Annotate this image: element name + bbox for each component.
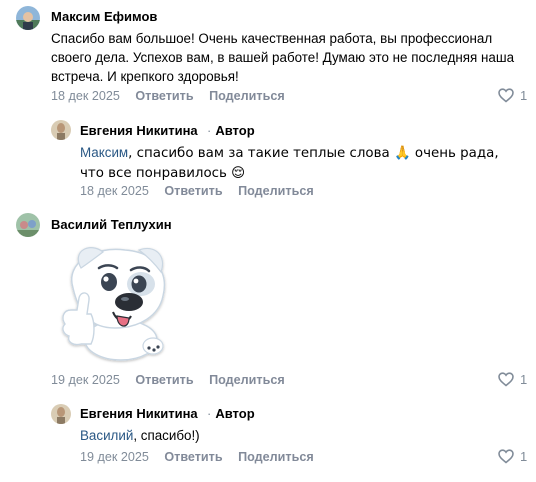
avatar[interactable] xyxy=(16,6,40,30)
reply-button[interactable]: Ответить xyxy=(135,373,193,387)
reply-meta: 19 дек 2025 Ответить Поделиться xyxy=(80,449,326,465)
reply-body: , спасибо вам за такие теплые слова 🙏 оч… xyxy=(80,146,499,181)
like-count: 1 xyxy=(520,449,528,464)
reply-author[interactable]: Евгения Никитина xyxy=(80,406,198,422)
like-button[interactable]: 1 xyxy=(498,88,527,104)
reply-date[interactable]: 19 дек 2025 xyxy=(80,450,149,464)
share-button[interactable]: Поделиться xyxy=(209,89,285,103)
comment-meta: 19 дек 2025 Ответить Поделиться xyxy=(51,372,297,388)
share-button[interactable]: Поделиться xyxy=(209,373,285,387)
comment-author[interactable]: Максим Ефимов xyxy=(51,9,157,25)
comment-author[interactable]: Василий Теплухин xyxy=(51,217,172,233)
avatar[interactable] xyxy=(16,213,40,237)
mention-link[interactable]: Максим xyxy=(80,145,128,160)
heart-icon xyxy=(498,449,514,464)
reply-text: Максим, спасибо вам за такие теплые слов… xyxy=(80,143,510,183)
reply-body: , спасибо!) xyxy=(133,428,200,443)
like-count: 1 xyxy=(520,88,528,103)
dog-thumbs-up-sticker xyxy=(51,238,179,366)
comment-date[interactable]: 18 дек 2025 xyxy=(51,89,120,103)
author-badge: · Автор xyxy=(207,123,255,138)
reply-button[interactable]: Ответить xyxy=(135,89,193,103)
heart-icon xyxy=(498,88,514,103)
share-button[interactable]: Поделиться xyxy=(238,184,314,198)
reply-button[interactable]: Ответить xyxy=(164,450,222,464)
like-count: 1 xyxy=(520,372,528,387)
mention-link[interactable]: Василий xyxy=(80,428,133,443)
author-badge-label: Автор xyxy=(215,406,255,421)
author-badge-label: Автор xyxy=(215,123,255,138)
reply-text: Василий, спасибо!) xyxy=(80,426,510,445)
reply-author[interactable]: Евгения Никитина xyxy=(80,123,198,139)
author-badge: · Автор xyxy=(207,406,255,421)
comment-body: Спасибо вам большое! Очень качественная … xyxy=(51,31,515,84)
heart-icon xyxy=(498,372,514,387)
share-button[interactable]: Поделиться xyxy=(238,450,314,464)
like-button[interactable]: 1 xyxy=(498,449,527,465)
comment-text: Спасибо вам большое! Очень качественная … xyxy=(51,29,521,86)
like-button[interactable]: 1 xyxy=(498,372,527,388)
comment-date[interactable]: 19 дек 2025 xyxy=(51,373,120,387)
avatar[interactable] xyxy=(51,120,71,140)
comment-meta: 18 дек 2025 Ответить Поделиться xyxy=(51,88,297,104)
reply-meta: 18 дек 2025 Ответить Поделиться xyxy=(80,183,326,199)
reply-date[interactable]: 18 дек 2025 xyxy=(80,184,149,198)
avatar[interactable] xyxy=(51,404,71,424)
reply-button[interactable]: Ответить xyxy=(164,184,222,198)
